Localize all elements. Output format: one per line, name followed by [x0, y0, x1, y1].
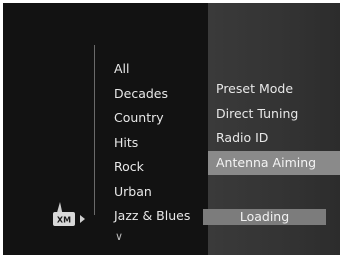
logo-text: XM — [57, 216, 71, 225]
category-item-hits[interactable]: Hits — [114, 131, 190, 156]
category-item-country[interactable]: Country — [114, 106, 190, 131]
menu-item-preset-mode[interactable]: Preset Mode — [208, 77, 340, 102]
radio-menu-screen: All Decades Country Hits Rock Urban Jazz… — [3, 3, 340, 255]
category-list: All Decades Country Hits Rock Urban Jazz… — [114, 57, 190, 229]
list-divider — [94, 45, 95, 215]
category-item-all[interactable]: All — [114, 57, 190, 82]
settings-menu: Preset Mode Direct Tuning Radio ID Anten… — [208, 77, 340, 175]
menu-item-direct-tuning[interactable]: Direct Tuning — [208, 102, 340, 127]
menu-item-radio-id[interactable]: Radio ID — [208, 126, 340, 151]
arrow-right-icon — [80, 215, 85, 223]
category-item-decades[interactable]: Decades — [114, 82, 190, 107]
category-item-urban[interactable]: Urban — [114, 180, 190, 205]
chevron-down-icon[interactable]: ∨ — [115, 231, 123, 242]
category-item-jazz-blues[interactable]: Jazz & Blues — [114, 204, 190, 229]
xm-radio-logo-icon: XM — [53, 202, 85, 226]
menu-item-antenna-aiming[interactable]: Antenna Aiming — [208, 150, 340, 175]
category-item-rock[interactable]: Rock — [114, 155, 190, 180]
loading-status-bar: Loading — [203, 209, 326, 225]
